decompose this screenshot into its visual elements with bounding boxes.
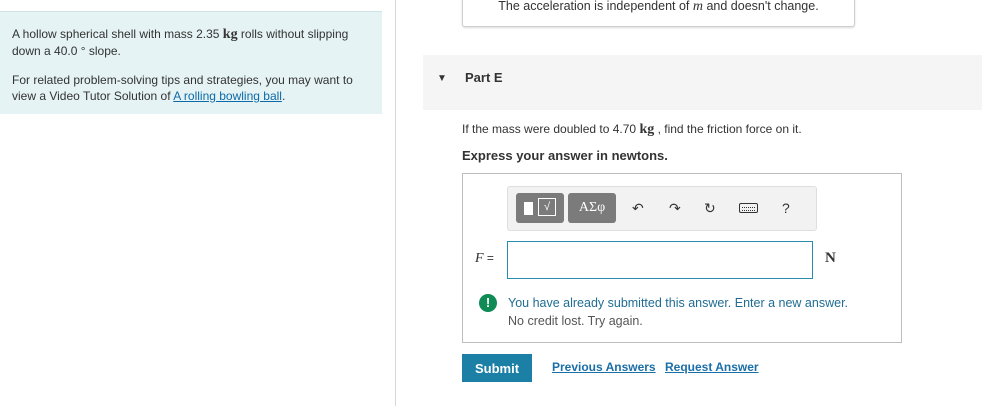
left-column: A hollow spherical shell with mass 2.35 …: [0, 0, 396, 406]
help-button[interactable]: ?: [782, 200, 790, 216]
redo-icon[interactable]: ↷: [669, 200, 681, 216]
tutor-hint: For related problem-solving tips and str…: [12, 73, 353, 103]
part-title: Part E: [465, 70, 503, 85]
submit-button[interactable]: Submit: [462, 354, 532, 382]
answer-input[interactable]: [507, 241, 813, 279]
feedback-message: You have already submitted this answer. …: [508, 296, 849, 328]
templates-button[interactable]: √: [516, 193, 564, 223]
previous-part-feedback: The acceleration is independent of m and…: [462, 0, 855, 27]
alert-icon: !: [479, 294, 497, 312]
part-header[interactable]: ▼ Part E: [423, 55, 982, 110]
question-mass-unit: kg: [639, 122, 655, 137]
reset-icon[interactable]: ↻: [704, 200, 716, 216]
previous-answers-link[interactable]: Previous Answers: [552, 360, 656, 374]
sqrt-icon: √: [538, 198, 556, 216]
answer-variable-label: F =: [475, 251, 494, 266]
greek-symbols-button[interactable]: ΑΣφ: [568, 193, 616, 223]
mass-variable: m: [692, 0, 703, 14]
request-answer-link[interactable]: Request Answer: [665, 360, 759, 374]
undo-icon[interactable]: ↶: [632, 200, 644, 216]
answer-instruction: Express your answer in newtons.: [462, 148, 668, 163]
math-toolbar: √ ΑΣφ ↶ ↷ ↻ ?: [507, 186, 817, 231]
problem-statement: A hollow spherical shell with mass 2.35 …: [0, 11, 382, 114]
question-text: If the mass were doubled to 4.70 kg , fi…: [462, 122, 802, 137]
problem-intro: A hollow spherical shell with mass 2.35 …: [12, 27, 349, 58]
video-tutor-link[interactable]: A rolling bowling ball: [173, 89, 282, 103]
answer-unit: N: [825, 250, 836, 266]
collapse-caret-icon[interactable]: ▼: [437, 73, 447, 84]
keyboard-icon[interactable]: [739, 203, 758, 213]
mass-unit: kg: [222, 27, 238, 42]
answer-area: √ ΑΣφ ↶ ↷ ↻ ? F = N ! You have already s…: [462, 173, 902, 343]
